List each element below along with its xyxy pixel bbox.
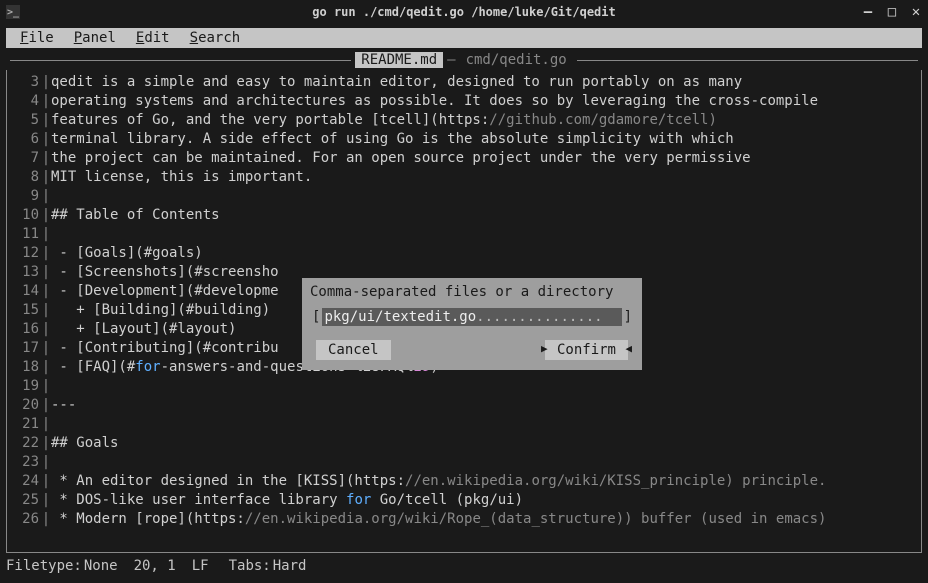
line-number: 19 [7, 378, 41, 394]
line-number: 4 [7, 93, 41, 109]
line-content: * DOS-like user interface library for Go… [51, 492, 523, 508]
line-number: 11 [7, 226, 41, 242]
menubar: File Panel Edit Search [6, 28, 922, 48]
terminal-icon: >_ [6, 5, 20, 19]
close-button[interactable]: ✕ [908, 4, 924, 20]
line-number: 22 [7, 435, 41, 451]
line-content: ## Goals [51, 435, 118, 451]
confirm-button[interactable]: Confirm [545, 340, 628, 360]
line-number: 12 [7, 245, 41, 261]
editor[interactable]: 3|qedit is a simple and easy to maintain… [6, 70, 922, 552]
editor-line[interactable]: 20|--- [7, 395, 921, 414]
line-number: 21 [7, 416, 41, 432]
menu-panel[interactable]: Panel [64, 30, 126, 46]
tab-active[interactable]: README.md [355, 52, 443, 68]
maximize-button[interactable]: □ [884, 4, 900, 20]
line-content: * An editor designed in the [KISS](https… [51, 473, 826, 489]
line-number: 16 [7, 321, 41, 337]
editor-line[interactable]: 9| [7, 186, 921, 205]
line-content: - [Screenshots](#screensho [51, 264, 279, 280]
line-content: - [Goals](#goals) [51, 245, 203, 261]
line-number: 26 [7, 511, 41, 527]
menu-edit[interactable]: Edit [126, 30, 180, 46]
tab-inactive[interactable]: cmd/qedit.go [460, 52, 573, 68]
dialog-input[interactable]: pkg/ui/textedit.go............... [322, 308, 621, 326]
editor-line[interactable]: 26| * Modern [rope](https://en.wikipedia… [7, 509, 921, 528]
editor-line[interactable]: 3|qedit is a simple and easy to maintain… [7, 72, 921, 91]
line-number: 17 [7, 340, 41, 356]
line-number: 24 [7, 473, 41, 489]
line-content: ## Table of Contents [51, 207, 220, 223]
line-number: 10 [7, 207, 41, 223]
dialog-title: Comma-separated files or a directory [310, 284, 634, 300]
line-number: 25 [7, 492, 41, 508]
line-number: 15 [7, 302, 41, 318]
line-number: 8 [7, 169, 41, 185]
editor-line[interactable]: 4|operating systems and architectures as… [7, 91, 921, 110]
line-content: features of Go, and the very portable [t… [51, 112, 717, 128]
line-content: * Modern [rope](https://en.wikipedia.org… [51, 511, 826, 527]
tabbar: README.md — cmd/qedit.go [6, 50, 922, 70]
status-tabs: Hard [273, 558, 307, 574]
line-number: 18 [7, 359, 41, 375]
line-number: 6 [7, 131, 41, 147]
line-content: the project can be maintained. For an op… [51, 150, 751, 166]
line-content: + [Layout](#layout) [51, 321, 236, 337]
line-number: 14 [7, 283, 41, 299]
line-number: 3 [7, 74, 41, 90]
line-number: 5 [7, 112, 41, 128]
editor-line[interactable]: 19| [7, 376, 921, 395]
editor-line[interactable]: 12| - [Goals](#goals) [7, 243, 921, 262]
line-number: 13 [7, 264, 41, 280]
line-content: - [Development](#developme [51, 283, 279, 299]
line-content: MIT license, this is important. [51, 169, 312, 185]
editor-line[interactable]: 25| * DOS-like user interface library fo… [7, 490, 921, 509]
line-content: operating systems and architectures as p… [51, 93, 818, 109]
line-content: + [Building](#building) [51, 302, 270, 318]
line-number: 7 [7, 150, 41, 166]
status-lineend: LF [192, 558, 209, 574]
menu-search[interactable]: Search [180, 30, 251, 46]
editor-line[interactable]: 22|## Goals [7, 433, 921, 452]
editor-line[interactable]: 6|terminal library. A side effect of usi… [7, 129, 921, 148]
editor-line[interactable]: 7|the project can be maintained. For an … [7, 148, 921, 167]
open-file-dialog: Comma-separated files or a directory [ p… [302, 278, 642, 370]
statusbar: Filetype: None 20, 1 LF Tabs: Hard [6, 555, 922, 577]
window-title: go run ./cmd/qedit.go /home/luke/Git/qed… [312, 5, 615, 19]
line-number: 20 [7, 397, 41, 413]
line-number: 9 [7, 188, 41, 204]
menu-file[interactable]: File [10, 30, 64, 46]
editor-line[interactable]: 24| * An editor designed in the [KISS](h… [7, 471, 921, 490]
cancel-button[interactable]: Cancel [316, 340, 391, 360]
window-titlebar: >_ go run ./cmd/qedit.go /home/luke/Git/… [0, 0, 928, 24]
line-content: qedit is a simple and easy to maintain e… [51, 74, 742, 90]
line-number: 23 [7, 454, 41, 470]
editor-line[interactable]: 8|MIT license, this is important. [7, 167, 921, 186]
minimize-button[interactable]: — [860, 4, 876, 20]
editor-line[interactable]: 5|features of Go, and the very portable … [7, 110, 921, 129]
status-tabs-label: Tabs: [229, 558, 271, 574]
status-cursor: 20, 1 [134, 558, 176, 574]
editor-line[interactable]: 10|## Table of Contents [7, 205, 921, 224]
line-content: terminal library. A side effect of using… [51, 131, 734, 147]
editor-line[interactable]: 23| [7, 452, 921, 471]
editor-line[interactable]: 21| [7, 414, 921, 433]
line-content: --- [51, 397, 76, 413]
status-filetype-label: Filetype: [6, 558, 82, 574]
line-content: - [Contributing](#contribu [51, 340, 279, 356]
status-filetype: None [84, 558, 118, 574]
editor-line[interactable]: 11| [7, 224, 921, 243]
